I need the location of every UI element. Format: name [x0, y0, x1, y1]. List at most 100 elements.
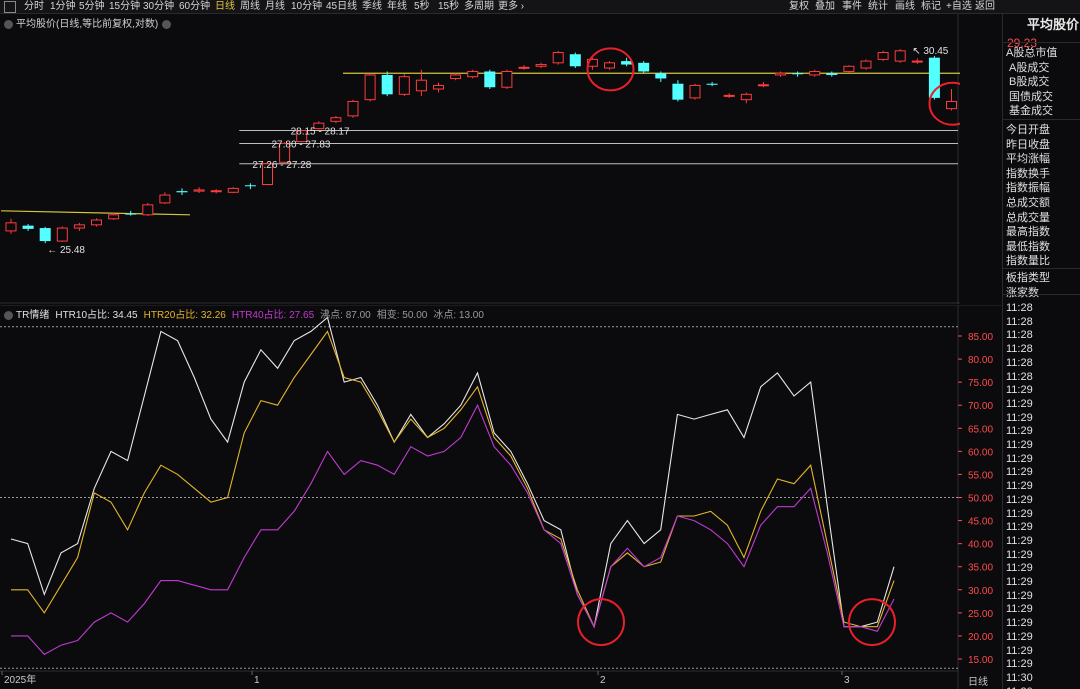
side-panel-item[interactable]: 国债成交 — [1009, 90, 1080, 104]
candle — [552, 50, 564, 65]
side-panel-item[interactable]: 总成交额 — [1006, 196, 1080, 210]
candle — [638, 61, 650, 74]
tick-time: 11:29 — [1006, 630, 1033, 643]
candle — [39, 226, 51, 244]
side-panel-title: 平均股价 — [1027, 17, 1080, 32]
candle-body-up — [227, 187, 239, 193]
tick-time: 11:29 — [1006, 603, 1033, 616]
period-button-5[interactable]: 60分钟 — [179, 0, 210, 14]
candle-body-up — [894, 50, 906, 62]
zone-label: 28.15 - 28.17 — [291, 126, 350, 137]
side-panel-item[interactable]: 总成交量 — [1006, 211, 1080, 225]
candle-body-up — [5, 222, 17, 232]
period-button-10[interactable]: 45日线 — [326, 0, 357, 14]
tick-time: 11:29 — [1006, 397, 1033, 410]
tick-time: 11:29 — [1006, 589, 1033, 602]
tick-time: 11:29 — [1006, 521, 1033, 534]
candle-body-up — [946, 100, 957, 110]
side-panel-item[interactable]: 涨家数 — [1006, 286, 1080, 300]
side-panel-item[interactable]: 指数换手 — [1006, 167, 1080, 181]
period-button-15[interactable]: 多周期 — [464, 0, 494, 14]
tool-button-3[interactable]: 统计 — [868, 0, 888, 14]
quote-side-panel: 平均股价 29.23 A股总市值 A股成交 B股成交 国债成交 基金成交 今日开盘 昨日收盘… — [1002, 14, 1080, 689]
candle — [227, 187, 239, 194]
candle — [398, 74, 410, 97]
candle-body-up — [398, 76, 410, 95]
tool-button-1[interactable]: 叠加 — [815, 0, 835, 14]
side-panel-item[interactable]: 最低指数 — [1006, 240, 1080, 254]
axis-tick-label: 25.00 — [968, 609, 993, 620]
candle-body-up — [159, 194, 171, 204]
candle-body-down — [381, 74, 393, 95]
axis-tick-label: 20.00 — [968, 632, 993, 643]
x-axis-label: 1 — [254, 675, 260, 686]
x-axis-label: 2025年 — [4, 673, 36, 686]
candle-body-down — [706, 83, 718, 85]
period-button-7[interactable]: 周线 — [240, 0, 260, 14]
candle-body-up — [689, 84, 701, 99]
candle-body-up — [757, 84, 769, 87]
period-button-0[interactable]: 分时 — [24, 0, 44, 14]
side-panel-item[interactable]: B股成交 — [1009, 75, 1080, 89]
tool-button-4[interactable]: 画线 — [895, 0, 915, 14]
candle-body-up — [347, 100, 359, 117]
period-button-14[interactable]: 15秒 — [438, 0, 459, 14]
period-button-8[interactable]: 月线 — [265, 0, 285, 14]
indicator-settings-icon[interactable] — [4, 310, 13, 320]
tick-time: 11:29 — [1006, 576, 1033, 588]
side-panel-item[interactable]: 指数量比 — [1006, 254, 1080, 268]
candle — [689, 83, 701, 100]
layout-icon[interactable] — [4, 1, 16, 13]
side-panel-item[interactable]: 平均涨幅 — [1006, 152, 1080, 166]
side-panel-item[interactable]: 最高指数 — [1006, 225, 1080, 239]
side-sep-2 — [1003, 268, 1080, 269]
side-panel-item[interactable]: 基金成交 — [1009, 104, 1080, 118]
tick-time: 11:29 — [1006, 562, 1033, 575]
side-panel-item[interactable]: 昨日收盘 — [1006, 138, 1080, 152]
tick-time: 11:29 — [1006, 493, 1033, 506]
candle-body-up — [775, 72, 786, 76]
period-button-6[interactable]: 日线 — [215, 0, 235, 14]
candle-body-up — [535, 64, 547, 67]
side-panel-item[interactable]: A股成交 — [1009, 61, 1080, 75]
candle-body-up — [723, 94, 735, 97]
side-panel-item[interactable]: 板指类型 — [1006, 271, 1080, 285]
axis-tick-label: 35.00 — [968, 563, 993, 574]
side-panel-item[interactable]: A股总市值 — [1006, 46, 1080, 60]
period-button-1[interactable]: 1分钟 — [50, 0, 76, 14]
candle-body-up — [330, 117, 342, 122]
candle — [501, 69, 513, 90]
tool-button-7[interactable]: 返回 — [975, 0, 995, 14]
period-button-4[interactable]: 30分钟 — [143, 0, 174, 14]
candle-body-down — [826, 73, 838, 75]
period-button-9[interactable]: 10分钟 — [291, 0, 322, 14]
side-panel-item[interactable]: 指数振幅 — [1006, 181, 1080, 195]
indicator-value-label: 相变: 50.00 — [376, 310, 428, 321]
tool-button-6[interactable]: +自选 — [946, 0, 972, 14]
period-button-3[interactable]: 15分钟 — [109, 0, 140, 14]
candle — [347, 99, 359, 118]
period-button-13[interactable]: 5秒 — [414, 0, 430, 14]
candle-body-up — [518, 66, 530, 69]
candle-body-up — [56, 227, 68, 242]
indicator-value-label: 沸点: 87.00 — [320, 310, 371, 321]
tool-button-5[interactable]: 标记 — [921, 0, 941, 14]
tool-button-2[interactable]: 事件 — [842, 0, 862, 14]
period-button-12[interactable]: 年线 — [387, 0, 407, 14]
period-button-2[interactable]: 5分钟 — [79, 0, 105, 14]
period-button-11[interactable]: 季线 — [362, 0, 382, 14]
tick-time: 11:28 — [1006, 343, 1033, 356]
candle-body-up — [911, 60, 923, 63]
indicator-name[interactable]: TR情绪 — [16, 310, 49, 321]
candle — [467, 69, 479, 79]
tick-time: 11:29 — [1006, 425, 1033, 438]
period-button-16[interactable]: 更多 › — [498, 0, 524, 14]
chart-settings-icon[interactable] — [4, 19, 13, 29]
tool-button-0[interactable]: 复权 — [789, 0, 809, 14]
tick-time: 11:28 — [1006, 356, 1033, 369]
side-panel-item[interactable]: 今日开盘 — [1006, 123, 1080, 137]
candle-body-up — [604, 62, 615, 69]
dropdown-icon[interactable] — [162, 19, 172, 29]
candle-body-down — [638, 62, 650, 72]
axis-tick-label: 80.00 — [968, 355, 993, 366]
